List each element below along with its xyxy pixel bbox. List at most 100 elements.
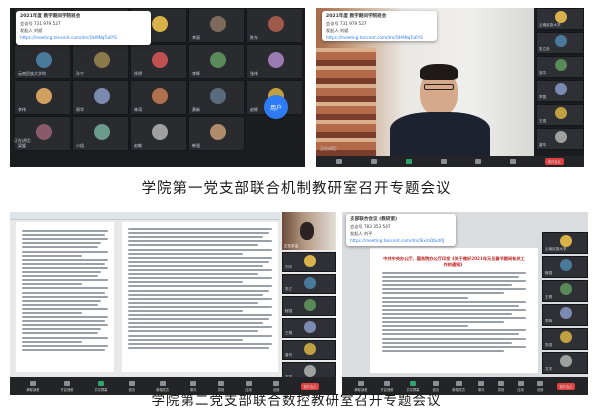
participant-tile[interactable]: 李丽: [188, 8, 245, 43]
participant-tile[interactable]: 徐明: [130, 44, 187, 79]
share-button[interactable]: [405, 158, 412, 165]
participant-avatar: [151, 16, 168, 32]
participant-tile[interactable]: 小组: [72, 116, 129, 151]
document-text-line: [128, 322, 264, 325]
document-text-line: [22, 238, 108, 241]
members-icon: [159, 380, 166, 386]
participant-tile[interactable]: 赵敏: [130, 116, 187, 151]
sidebar-participant-tile[interactable]: 张江: [282, 274, 336, 294]
document-text-line: [22, 230, 108, 233]
participant-avatar: [560, 355, 572, 367]
participant-name: 黄新: [192, 107, 200, 112]
participant-name: 曾玲: [285, 353, 293, 357]
meeting-host: 发起人 刘斌: [20, 28, 43, 33]
chat-button[interactable]: [475, 158, 482, 165]
sidebar-participant-tile[interactable]: 文宇: [542, 352, 588, 374]
user-avatar-label: 用户: [269, 104, 282, 112]
document-text-line: [382, 317, 526, 320]
record-icon: [497, 380, 504, 386]
participant-tile[interactable]: 梁媛: [14, 116, 71, 151]
participant-avatar: [93, 52, 110, 68]
document-text-line: [382, 321, 505, 324]
document-text-line: [128, 256, 272, 259]
participant-tile[interactable]: 林涛: [130, 80, 187, 115]
participant-name: 张江: [285, 287, 293, 291]
sidebar-participant-tile[interactable]: 程强: [542, 256, 588, 278]
meeting-id: 会议号 731 979 527: [20, 21, 61, 26]
sidebar-participant-tile[interactable]: 张立忠: [536, 32, 584, 54]
participant-name: 林涛: [134, 107, 142, 112]
sidebar-participant-tile[interactable]: 王强: [536, 104, 584, 126]
apps-icon: [517, 380, 524, 386]
participant-tile[interactable]: 韩强: [188, 116, 245, 151]
document-text-line: [382, 296, 469, 299]
members-button[interactable]: [440, 158, 447, 165]
document-text-line: [22, 324, 108, 327]
sidebar-participant-tile[interactable]: 李辉: [542, 304, 588, 326]
sidebar-participant-tile[interactable]: 刘平: [282, 252, 336, 272]
speaker-glasses: [424, 84, 454, 90]
document-text-line: [22, 340, 83, 343]
participant-avatar: [35, 124, 52, 140]
participant-name: 云南民族大学的: [18, 71, 46, 76]
participant-name: 陈东: [250, 35, 258, 40]
speaking-indicator: 正在讲话:: [320, 146, 338, 151]
participant-name: 赵辉: [250, 107, 258, 112]
record-button[interactable]: [510, 158, 517, 165]
shared-document: 中共中央办公厅、国务院办公厅印发《关于做好2021年元旦春节期间有关工作的通知》: [370, 248, 538, 373]
participant-name: 邹平: [539, 71, 547, 75]
sidebar-participant-tile[interactable]: 张强: [542, 328, 588, 350]
participant-name: 孙宁: [76, 71, 84, 76]
document-title: 中共中央办公厅、国务院办公厅印发《关于做好2021年元旦春节期间有关工作的通知》: [383, 256, 525, 267]
sidebar-participant-tile[interactable]: 云南民族大学: [542, 232, 588, 254]
mic-icon: [336, 158, 343, 164]
participant-avatar: [151, 88, 168, 104]
share-screen-icon: [97, 380, 104, 386]
leave-meeting-button[interactable]: 离开会议: [544, 158, 564, 165]
participant-tile[interactable]: 李辉: [188, 44, 245, 79]
document-text-line: [128, 236, 264, 239]
meeting-screenshot-bottom-left: 正在讲话 刘平张江程强王刚曾玲文宇 解除静音 开启视频 共享屏幕 邀请 管理成员…: [10, 212, 336, 395]
video-button[interactable]: [371, 158, 378, 165]
meeting-link[interactable]: https://meeting.tencent.com/dm/SlxmQ6ut0…: [350, 237, 452, 244]
participant-tile[interactable]: 周华: [72, 80, 129, 115]
video-icon: [371, 158, 378, 164]
participant-tile[interactable]: 黄新: [188, 80, 245, 115]
user-avatar-blue[interactable]: 用户: [264, 95, 288, 119]
participant-tile[interactable]: 孙宁: [72, 44, 129, 79]
sidebar-participant-tile[interactable]: 曾华: [536, 128, 584, 150]
camera-icon: [383, 380, 390, 386]
participant-avatar: [209, 88, 226, 104]
sidebar-participant-tile[interactable]: 邹平: [536, 56, 584, 78]
meeting-link[interactable]: https://meeting.tencent.com/dm/OH9NqTu6Y…: [326, 34, 433, 41]
document-text-line: [382, 345, 526, 348]
meeting-screenshot-bottom-right: 支部联合会议 (教研室) 会议号 783 353 547 发起人 刘平 http…: [342, 212, 588, 395]
participant-tile[interactable]: 李伟: [14, 80, 71, 115]
participant-tile[interactable]: 云南民族大学的: [14, 44, 71, 79]
document-text-line: [22, 283, 83, 286]
sidebar-participant-tile[interactable]: 王刚: [542, 280, 588, 302]
document-text-line: [382, 304, 519, 307]
document-text-line: [22, 303, 98, 306]
participant-avatar: [304, 277, 316, 289]
document-text-line: [128, 346, 270, 349]
participant-tile[interactable]: 陈东: [246, 8, 303, 43]
document-page-right: [122, 222, 278, 372]
participant-tile[interactable]: 张伟: [246, 44, 303, 79]
sidebar-participant-tile[interactable]: 曾玲: [282, 340, 336, 360]
sidebar-participant-tile[interactable]: 王刚: [282, 318, 336, 338]
document-text-line: [382, 284, 512, 287]
sidebar-participant-tile[interactable]: 程强: [282, 296, 336, 316]
document-text-line: [22, 246, 98, 249]
document-text-line: [128, 273, 258, 276]
mic-off-icon: [29, 380, 36, 386]
chat-icon: [190, 380, 197, 386]
meeting-link[interactable]: https://meeting.tencent.com/dm/OH9NqTu6Y…: [20, 34, 147, 41]
sidebar-participant-tile[interactable]: 李国: [536, 80, 584, 102]
sidebar-participant-tile[interactable]: 云南民族大学: [536, 8, 584, 30]
participant-avatar: [560, 259, 572, 271]
participant-name: 王刚: [545, 295, 553, 299]
participant-avatar: [93, 88, 110, 104]
document-page-left: [16, 222, 114, 372]
mic-button[interactable]: [336, 158, 343, 165]
